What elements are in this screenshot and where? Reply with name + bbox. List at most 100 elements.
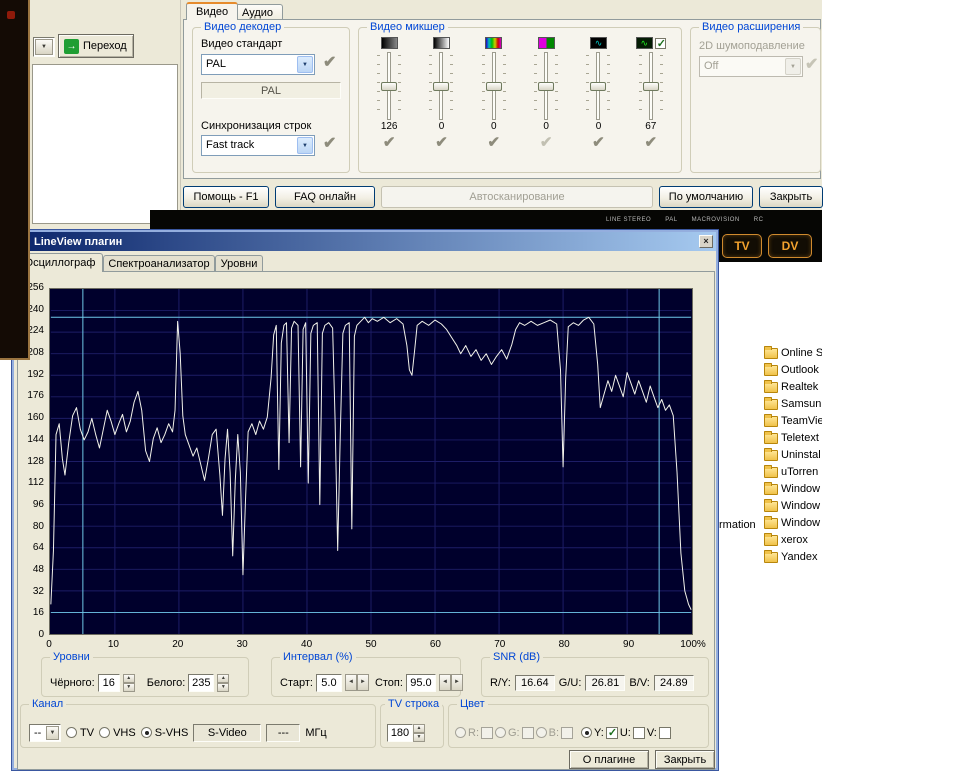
folder-item[interactable]: xerox xyxy=(764,531,822,548)
mixer-slider[interactable] xyxy=(534,52,558,120)
mixer-slider[interactable] xyxy=(639,52,663,120)
slider-thumb[interactable] xyxy=(538,82,554,91)
apply-check-icon[interactable]: ✔ xyxy=(383,134,396,152)
folder-icon xyxy=(764,518,778,529)
close-plugin-button[interactable]: Закрыть xyxy=(655,750,715,769)
apply-check-icon[interactable]: ✔ xyxy=(592,134,605,152)
sharpness-icon xyxy=(590,37,607,49)
dv-button[interactable]: DV xyxy=(768,234,812,258)
folder-item[interactable]: uTorren xyxy=(764,463,822,480)
mixer-slider[interactable] xyxy=(377,52,401,120)
snr-value: 26.81 xyxy=(585,675,625,691)
chevron-down-icon[interactable]: ▼ xyxy=(46,726,59,740)
mixer-slider[interactable] xyxy=(482,52,506,120)
white-level-spinner[interactable]: ▲▼ xyxy=(217,674,229,692)
mixer-slider-column: 0✔ xyxy=(573,36,623,170)
frequency-display: --- xyxy=(266,724,300,742)
start-spinner[interactable]: ◄► xyxy=(345,674,369,691)
y-axis-label: 80 xyxy=(18,521,47,533)
apply-check-icon[interactable]: ✔ xyxy=(323,52,336,72)
folder-item[interactable]: Yandex xyxy=(764,548,822,565)
close-button[interactable]: Закрыть xyxy=(759,186,823,208)
folder-item[interactable]: Uninstal xyxy=(764,446,822,463)
black-level-input[interactable]: 16 xyxy=(98,674,120,692)
y-axis-label: 176 xyxy=(18,390,47,402)
radio-svhs[interactable]: S-VHS xyxy=(141,727,189,739)
tab-audio[interactable]: Аудио xyxy=(232,4,283,20)
tv-button[interactable]: TV xyxy=(722,234,762,258)
x-axis-label: 70 xyxy=(483,639,517,650)
radio-y[interactable] xyxy=(581,727,592,738)
checkbox-v[interactable] xyxy=(659,727,671,739)
y-axis-label: 16 xyxy=(18,607,47,619)
apply-check-icon[interactable]: ✔ xyxy=(435,134,448,152)
chevron-down-icon[interactable]: ▼ xyxy=(297,137,313,154)
folder-item[interactable]: Teletext xyxy=(764,429,822,446)
chevron-down-icon[interactable]: ▼ xyxy=(297,56,313,73)
folder-icon xyxy=(764,348,778,359)
video-standard-combo[interactable]: PAL ▼ xyxy=(201,54,315,75)
y-label: Y: xyxy=(594,727,604,739)
start-input[interactable]: 5.0 xyxy=(316,674,342,692)
folder-label: Teletext xyxy=(781,432,819,444)
folder-item[interactable]: Window xyxy=(764,514,822,531)
tv-line-spinner[interactable]: ▲▼ xyxy=(413,724,425,742)
mixer-enable-checkbox[interactable] xyxy=(655,38,666,49)
slider-thumb[interactable] xyxy=(486,82,502,91)
stop-spinner[interactable]: ◄► xyxy=(439,674,463,691)
help-button[interactable]: Помощь - F1 xyxy=(183,186,269,208)
saturation-icon xyxy=(538,37,555,49)
checkbox-y[interactable] xyxy=(606,727,618,739)
tab-levels[interactable]: Уровни xyxy=(215,255,263,272)
folder-item[interactable]: Realtek xyxy=(764,378,822,395)
interval-group: Интервал (%) Старт: 5.0 ◄► Стоп: 95.0 ◄► xyxy=(271,657,461,697)
radio-tv[interactable]: TV xyxy=(66,727,94,739)
folder-item[interactable]: Outlook xyxy=(764,361,822,378)
defaults-button[interactable]: По умолчанию xyxy=(659,186,753,208)
mixer-slider[interactable] xyxy=(586,52,610,120)
apply-check-icon[interactable]: ✔ xyxy=(323,133,336,153)
g-label: G: xyxy=(508,727,520,739)
white-level-input[interactable]: 235 xyxy=(188,674,214,692)
tab-video[interactable]: Видео xyxy=(186,2,238,20)
slider-thumb[interactable] xyxy=(643,82,659,91)
folder-item[interactable]: Online S xyxy=(764,344,822,361)
folder-item[interactable]: Window xyxy=(764,497,822,514)
close-icon[interactable]: × xyxy=(699,235,713,248)
mixer-value: 67 xyxy=(645,121,656,134)
radio-icon[interactable] xyxy=(66,727,77,738)
tab-spectrum-analyzer[interactable]: Спектроанализатор xyxy=(103,255,215,272)
apply-check-icon[interactable]: ✔ xyxy=(645,134,658,152)
r-label: R: xyxy=(468,727,479,739)
slider-thumb[interactable] xyxy=(433,82,449,91)
folder-item[interactable]: Window xyxy=(764,480,822,497)
black-level-spinner[interactable]: ▲▼ xyxy=(123,674,135,692)
folder-label: xerox xyxy=(781,534,808,546)
radio-icon[interactable] xyxy=(99,727,110,738)
go-button[interactable]: → Переход xyxy=(58,34,134,58)
about-plugin-button[interactable]: О плагине xyxy=(569,750,649,769)
radio-vhs[interactable]: VHS xyxy=(99,727,136,739)
channel-group: Канал -- ▼ TV VHS S-VHS S-Video --- МГц xyxy=(20,704,376,748)
apply-check-icon[interactable]: ✔ xyxy=(540,134,553,152)
tv-line-input[interactable]: 180 xyxy=(387,724,413,742)
mixer-slider[interactable] xyxy=(429,52,453,120)
slider-thumb[interactable] xyxy=(381,82,397,91)
channel-combo[interactable]: -- ▼ xyxy=(29,724,61,742)
slider-thumb[interactable] xyxy=(590,82,606,91)
list-panel xyxy=(32,64,178,224)
snr-label: B/V: xyxy=(629,677,649,689)
sync-combo[interactable]: Fast track ▼ xyxy=(201,135,315,156)
folder-item[interactable]: Samsun xyxy=(764,395,822,412)
folder-item[interactable]: TeamVie xyxy=(764,412,822,429)
stop-input[interactable]: 95.0 xyxy=(406,674,436,692)
mixer-slider-column: 126✔ xyxy=(364,36,414,170)
dropdown-button[interactable]: ▼ xyxy=(33,37,55,57)
radio-icon[interactable] xyxy=(141,727,152,738)
apply-check-icon[interactable]: ✔ xyxy=(488,134,501,152)
title-bar[interactable]: LineView плагин × xyxy=(14,232,716,251)
checkbox-u[interactable] xyxy=(633,727,645,739)
lineview-window: LineView плагин × Осциллограф Спектроана… xyxy=(12,230,718,770)
noise-reduction-label: 2D шумоподавление xyxy=(699,40,805,52)
faq-button[interactable]: FAQ онлайн xyxy=(275,186,375,208)
